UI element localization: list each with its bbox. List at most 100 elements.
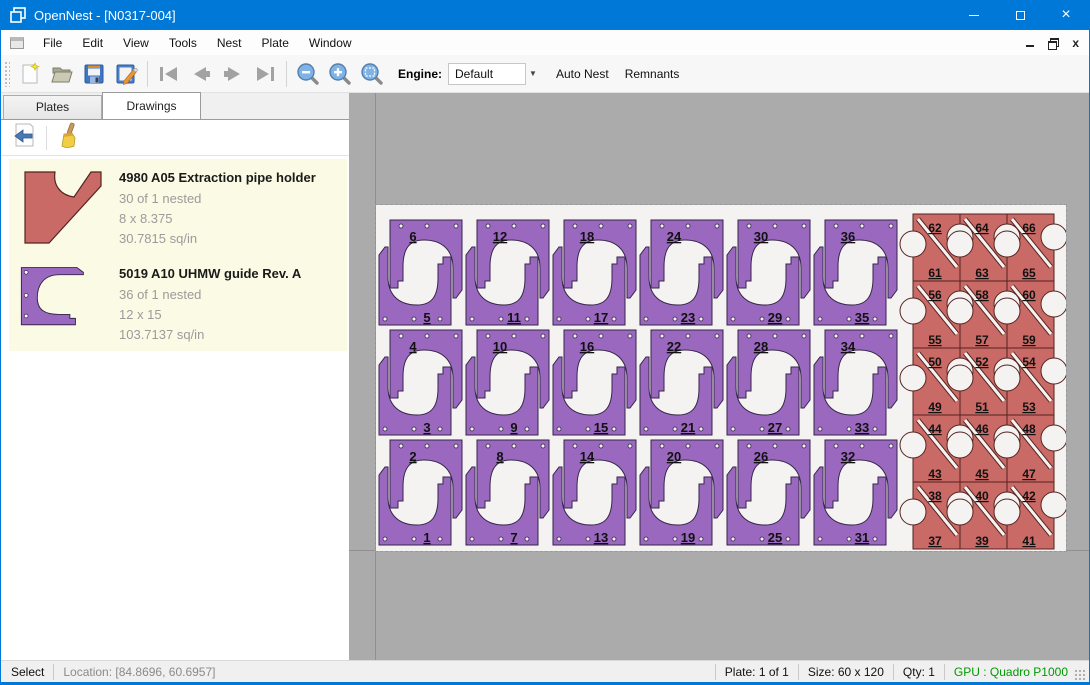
svg-text:36: 36 [841, 229, 855, 244]
svg-text:31: 31 [855, 530, 869, 545]
svg-text:9: 9 [510, 420, 517, 435]
status-size: Size: 60 x 120 [808, 665, 884, 679]
svg-text:7: 7 [510, 530, 517, 545]
menu-plate[interactable]: Plate [252, 32, 299, 54]
open-file-icon [50, 62, 74, 86]
svg-text:51: 51 [975, 400, 989, 414]
mdi-restore-button[interactable] [1048, 38, 1058, 48]
menu-tools[interactable]: Tools [159, 32, 207, 54]
svg-text:66: 66 [1022, 221, 1036, 235]
clean-button[interactable] [56, 122, 80, 153]
status-separator [53, 664, 54, 680]
svg-text:2: 2 [409, 449, 416, 464]
drawings-tab-page: 4980 A05 Extraction pipe holder30 of 1 n… [1, 119, 349, 660]
tab-strip: Plates Drawings [1, 93, 349, 119]
menu-edit[interactable]: Edit [72, 32, 113, 54]
svg-text:39: 39 [975, 534, 989, 548]
svg-text:49: 49 [928, 400, 942, 414]
svg-text:48: 48 [1022, 422, 1036, 436]
svg-text:34: 34 [841, 339, 856, 354]
svg-text:27: 27 [768, 420, 782, 435]
svg-text:50: 50 [928, 355, 942, 369]
svg-text:64: 64 [975, 221, 989, 235]
svg-text:37: 37 [928, 534, 942, 548]
svg-text:5: 5 [423, 310, 430, 325]
drawing-area: 103.7137 sq/in [119, 325, 341, 345]
drawing-item-2[interactable]: 5019 A10 UHMW guide Rev. A36 of 1 nested… [9, 255, 347, 351]
save-as-button[interactable] [110, 59, 142, 89]
svg-text:32: 32 [841, 449, 855, 464]
svg-text:54: 54 [1022, 355, 1036, 369]
svg-text:23: 23 [681, 310, 695, 325]
drawing-area: 30.7815 sq/in [119, 229, 341, 249]
drawing-nested-count: 36 of 1 nested [119, 285, 341, 305]
svg-text:35: 35 [855, 310, 869, 325]
status-plate: Plate: 1 of 1 [725, 665, 789, 679]
go-next-button[interactable] [217, 59, 249, 89]
close-button[interactable]: × [1043, 0, 1089, 30]
nest-canvas[interactable]: 6512111817242330293635431091615222128273… [349, 93, 1089, 660]
svg-text:62: 62 [928, 221, 942, 235]
svg-text:44: 44 [928, 422, 942, 436]
tab-plates[interactable]: Plates [3, 95, 102, 119]
save-button[interactable] [78, 59, 110, 89]
minimize-button[interactable] [951, 0, 997, 30]
open-file-button[interactable] [46, 59, 78, 89]
import-back-icon [11, 122, 37, 148]
toolbar-grip[interactable] [4, 61, 10, 87]
drawing-info: 5019 A10 UHMW guide Rev. A36 of 1 nested… [119, 264, 341, 345]
menu-view[interactable]: View [113, 32, 159, 54]
svg-text:1: 1 [423, 530, 430, 545]
status-separator [944, 664, 945, 680]
toolbar-separator [286, 61, 287, 87]
app-icon [10, 7, 26, 23]
new-file-icon [18, 62, 42, 86]
resize-grip[interactable] [1074, 669, 1086, 681]
drawing-title: 4980 A05 Extraction pipe holder [119, 170, 341, 185]
zoom-in-button[interactable] [324, 59, 356, 89]
engine-combobox[interactable]: Default [448, 63, 526, 85]
svg-text:58: 58 [975, 288, 989, 302]
menu-nest[interactable]: Nest [207, 32, 252, 54]
import-back-button[interactable] [11, 122, 37, 153]
svg-text:29: 29 [768, 310, 782, 325]
svg-text:24: 24 [667, 229, 682, 244]
mdi-minimize-button[interactable] [1026, 38, 1034, 47]
svg-text:63: 63 [975, 266, 989, 280]
clean-broom-icon [56, 122, 80, 148]
svg-text:21: 21 [681, 420, 695, 435]
go-first-button[interactable] [153, 59, 185, 89]
drawing-info: 4980 A05 Extraction pipe holder30 of 1 n… [119, 168, 341, 249]
maximize-icon [1016, 11, 1025, 20]
svg-text:65: 65 [1022, 266, 1036, 280]
svg-text:11: 11 [507, 310, 521, 325]
status-mode: Select [1, 665, 44, 679]
svg-text:26: 26 [754, 449, 768, 464]
svg-text:22: 22 [667, 339, 681, 354]
minimize-icon [969, 15, 979, 16]
auto-nest-button[interactable]: Auto Nest [548, 61, 617, 87]
new-file-button[interactable] [14, 59, 46, 89]
engine-dropdown-arrow[interactable]: ▼ [526, 63, 540, 85]
maximize-button[interactable] [997, 0, 1043, 30]
go-last-button[interactable] [249, 59, 281, 89]
svg-text:61: 61 [928, 266, 942, 280]
svg-text:59: 59 [1022, 333, 1036, 347]
main-toolbar: Engine: Default ▼ Auto Nest Remnants [1, 55, 1089, 93]
zoom-out-button[interactable] [292, 59, 324, 89]
zoom-extents-button[interactable] [356, 59, 388, 89]
plate-sheet[interactable]: 6512111817242330293635431091615222128273… [376, 205, 1066, 551]
svg-text:43: 43 [928, 467, 942, 481]
drawing-item-1[interactable]: 4980 A05 Extraction pipe holder30 of 1 n… [9, 159, 347, 255]
menu-bar: FileEditViewToolsNestPlateWindow x [1, 30, 1089, 55]
mdi-system-icon[interactable] [10, 37, 24, 49]
go-previous-button[interactable] [185, 59, 217, 89]
tab-drawings[interactable]: Drawings [102, 92, 201, 119]
menu-file[interactable]: File [33, 32, 72, 54]
title-bar: OpenNest - [N0317-004] × [1, 0, 1089, 30]
menu-window[interactable]: Window [299, 32, 362, 54]
svg-text:55: 55 [928, 333, 942, 347]
drawings-toolbar [1, 120, 349, 156]
mdi-close-button[interactable]: x [1072, 38, 1079, 48]
remnants-button[interactable]: Remnants [617, 61, 688, 87]
